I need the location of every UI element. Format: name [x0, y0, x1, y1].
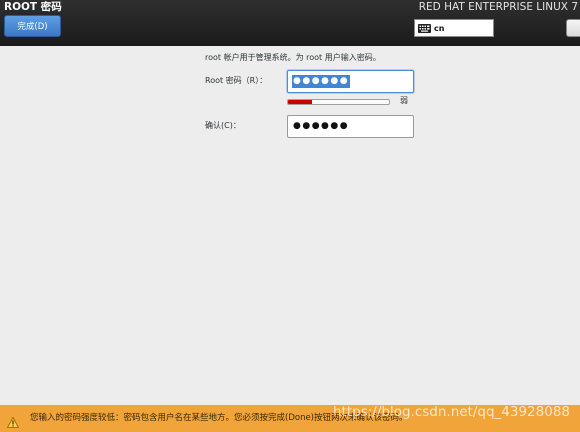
warning-icon: [6, 413, 20, 428]
keyboard-layout-indicator[interactable]: cn: [414, 19, 494, 37]
warning-message: 您输入的密码强度较低：密码包含用户名在某些地方。您必须按完成(Done)按钮两次…: [30, 413, 408, 423]
root-password-input[interactable]: ●●●●●●: [287, 70, 414, 93]
header-bar: ROOT 密码 完成(D) RED HAT ENTERPRISE LINUX 7…: [0, 0, 580, 46]
main-panel: root 帐户用于管理系统。为 root 用户输入密码。 Root 密码（R）：…: [0, 46, 580, 405]
password-selected-text: ●●●●●●: [292, 75, 351, 88]
root-password-label: Root 密码（R）：: [205, 76, 268, 85]
product-title: RED HAT ENTERPRISE LINUX 7: [418, 1, 578, 13]
password-strength-bar: [287, 99, 390, 105]
done-button[interactable]: 完成(D): [4, 15, 61, 37]
confirm-password-label: 确认(C)：: [205, 121, 241, 130]
password-strength-label: 弱: [400, 96, 408, 105]
intro-text: root 帐户用于管理系统。为 root 用户输入密码。: [205, 53, 381, 62]
confirm-password-input[interactable]: ●●●●●●: [287, 115, 414, 138]
keyboard-layout-label: cn: [434, 23, 445, 33]
password-strength-fill: [288, 100, 313, 104]
warning-bar[interactable]: 您输入的密码强度较低：密码包含用户名在某些地方。您必须按完成(Done)按钮两次…: [0, 405, 580, 432]
keyboard-icon: [418, 23, 431, 33]
confirm-password-text: ●●●●●●: [293, 121, 350, 131]
page-title: ROOT 密码: [4, 1, 62, 13]
help-button[interactable]: [566, 19, 580, 37]
